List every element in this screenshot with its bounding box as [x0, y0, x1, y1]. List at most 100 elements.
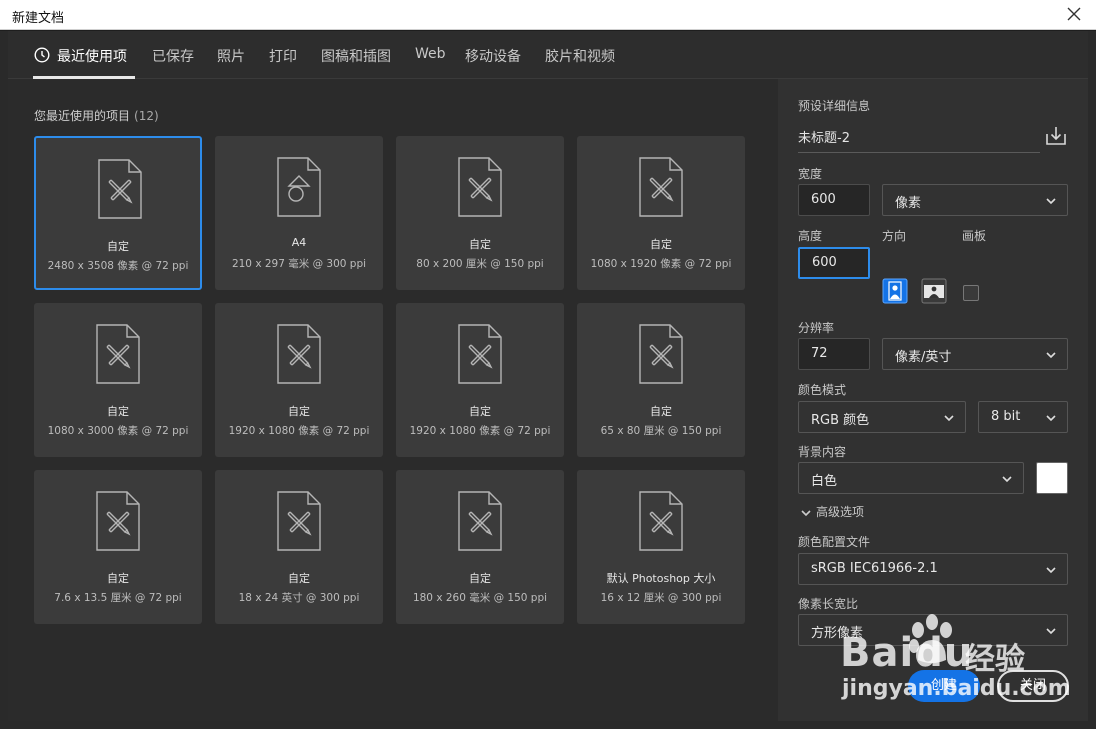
preset-dimensions: 1920 x 1080 像素 @ 72 ppi — [228, 425, 370, 437]
custom-doc-icon — [458, 324, 502, 384]
custom-doc-icon — [458, 491, 502, 551]
preset-name: 自定 — [288, 572, 310, 585]
preset-name: A4 — [291, 236, 307, 249]
orientation-label: 方向 — [882, 229, 907, 243]
save-preset-icon[interactable] — [1044, 124, 1068, 148]
artboard-label: 画板 — [962, 229, 987, 243]
preset-dimensions: 1920 x 1080 像素 @ 72 ppi — [409, 425, 551, 437]
color-mode-value: RGB 颜色 — [811, 413, 870, 428]
chevron-down-icon — [1002, 476, 1012, 483]
preset-dimensions: 80 x 200 厘米 @ 150 ppi — [416, 258, 544, 270]
unit-select[interactable]: 像素 — [882, 184, 1068, 216]
preset-dimensions: 7.6 x 13.5 厘米 @ 72 ppi — [54, 592, 182, 604]
unit-value: 像素 — [895, 196, 922, 211]
tab-web[interactable]: Web — [415, 46, 446, 62]
preset-card[interactable]: 自定 80 x 200 厘米 @ 150 ppi — [396, 136, 564, 290]
close-button[interactable]: 关闭 — [997, 670, 1069, 702]
preset-card[interactable]: 自定 1920 x 1080 像素 @ 72 ppi — [396, 303, 564, 457]
window-title: 新建文档 — [12, 11, 65, 26]
preset-card[interactable]: 默认 Photoshop 大小 16 x 12 厘米 @ 300 ppi — [577, 470, 745, 624]
portrait-orientation-icon[interactable] — [882, 278, 908, 304]
tab-film-video[interactable]: 胶片和视频 — [545, 46, 615, 66]
resolution-unit-select[interactable]: 像素/英寸 — [882, 338, 1068, 370]
preset-card[interactable]: 自定 7.6 x 13.5 厘米 @ 72 ppi — [34, 470, 202, 624]
color-mode-select[interactable]: RGB 颜色 — [798, 401, 966, 433]
close-icon[interactable] — [1064, 4, 1084, 24]
preset-dimensions: 180 x 260 毫米 @ 150 ppi — [412, 592, 548, 604]
custom-doc-icon — [639, 491, 683, 551]
pixel-aspect-value: 方形像素 — [811, 626, 864, 641]
document-name-field[interactable]: 未标题-2 — [798, 123, 1040, 153]
preset-card[interactable]: 自定 180 x 260 毫米 @ 150 ppi — [396, 470, 564, 624]
custom-doc-icon — [277, 491, 321, 551]
width-input[interactable]: 600 — [798, 184, 870, 216]
background-color-swatch[interactable] — [1036, 462, 1068, 494]
preset-name: 自定 — [107, 405, 129, 418]
preset-card[interactable]: A4 210 x 297 毫米 @ 300 ppi — [215, 136, 383, 290]
title-bar: 新建文档 — [0, 0, 1096, 30]
details-title: 预设详细信息 — [798, 99, 871, 113]
custom-doc-icon — [639, 157, 683, 217]
recent-title: 您最近使用的项目 — [34, 109, 131, 123]
preset-dimensions: 1080 x 3000 像素 @ 72 ppi — [47, 425, 189, 437]
preset-dimensions: 2480 x 3508 像素 @ 72 ppi — [47, 260, 189, 272]
custom-doc-icon — [96, 324, 140, 384]
preset-card[interactable]: 自定 18 x 24 英寸 @ 300 ppi — [215, 470, 383, 624]
preset-name: 自定 — [650, 238, 672, 251]
tab-recent[interactable]: 最近使用项 — [57, 46, 127, 66]
color-profile-select[interactable]: sRGB IEC61966-2.1 — [798, 553, 1068, 585]
tab-mobile[interactable]: 移动设备 — [465, 46, 521, 66]
tab-print[interactable]: 打印 — [269, 46, 297, 66]
pixel-aspect-select[interactable]: 方形像素 — [798, 614, 1068, 646]
clock-icon — [34, 47, 50, 63]
chevron-down-icon — [801, 509, 811, 516]
bit-depth-value: 8 bit — [991, 409, 1021, 424]
custom-doc-icon — [639, 324, 683, 384]
preset-card[interactable]: 自定 65 x 80 厘米 @ 150 ppi — [577, 303, 745, 457]
advanced-options-toggle[interactable]: 高级选项 — [800, 503, 864, 520]
preset-name: 自定 — [469, 405, 491, 418]
category-tabs: 最近使用项 已保存 照片 打印 图稿和插图 Web 移动设备 胶片和视频 — [8, 31, 1088, 79]
pixel-aspect-label: 像素长宽比 — [798, 597, 859, 611]
custom-doc-icon — [458, 157, 502, 217]
resolution-label: 分辨率 — [798, 321, 835, 335]
recent-count: (12) — [134, 109, 159, 123]
tab-saved[interactable]: 已保存 — [152, 46, 194, 66]
background-select[interactable]: 白色 — [798, 462, 1024, 494]
chevron-down-icon — [1046, 352, 1056, 359]
resolution-input[interactable]: 72 — [798, 338, 870, 370]
preset-dimensions: 1080 x 1920 像素 @ 72 ppi — [590, 258, 732, 270]
landscape-orientation-icon[interactable] — [921, 278, 947, 304]
preset-dimensions: 18 x 24 英寸 @ 300 ppi — [238, 592, 360, 604]
custom-doc-icon — [98, 159, 142, 219]
preset-name: 自定 — [469, 572, 491, 585]
height-input[interactable]: 600 — [798, 247, 870, 279]
chevron-down-icon — [1046, 628, 1056, 635]
background-value: 白色 — [811, 474, 838, 489]
a4-doc-icon — [277, 157, 321, 217]
preset-card[interactable]: 自定 1920 x 1080 像素 @ 72 ppi — [215, 303, 383, 457]
advanced-options-label: 高级选项 — [816, 505, 865, 519]
chevron-down-icon — [1046, 198, 1056, 205]
artboard-checkbox[interactable] — [963, 285, 979, 301]
bit-depth-select[interactable]: 8 bit — [978, 401, 1068, 433]
color-mode-label: 颜色模式 — [798, 383, 847, 397]
preset-card[interactable]: 自定 1080 x 1920 像素 @ 72 ppi — [577, 136, 745, 290]
preset-card[interactable]: 自定 2480 x 3508 像素 @ 72 ppi — [34, 136, 202, 290]
create-button[interactable]: 创建 — [908, 670, 980, 702]
preset-card[interactable]: 自定 1080 x 3000 像素 @ 72 ppi — [34, 303, 202, 457]
recent-items-panel: 您最近使用的项目 (12) 自定 2480 x 3508 像素 @ 72 ppi A4… — [8, 79, 778, 721]
height-label: 高度 — [798, 229, 823, 243]
tab-art-illustration[interactable]: 图稿和插图 — [321, 46, 391, 66]
preset-name: 自定 — [650, 405, 672, 418]
color-profile-value: sRGB IEC61966-2.1 — [811, 561, 938, 576]
preset-name: 自定 — [469, 238, 491, 251]
tab-photo[interactable]: 照片 — [217, 46, 245, 66]
chevron-down-icon — [1046, 567, 1056, 574]
chevron-down-icon — [944, 415, 954, 422]
preset-details-panel: 预设详细信息 未标题-2 宽度 600 像素 高度 方向 画板 600 分辨率 … — [778, 79, 1088, 721]
custom-doc-icon — [277, 324, 321, 384]
preset-name: 自定 — [107, 240, 129, 253]
width-label: 宽度 — [798, 167, 823, 181]
background-label: 背景内容 — [798, 445, 847, 459]
